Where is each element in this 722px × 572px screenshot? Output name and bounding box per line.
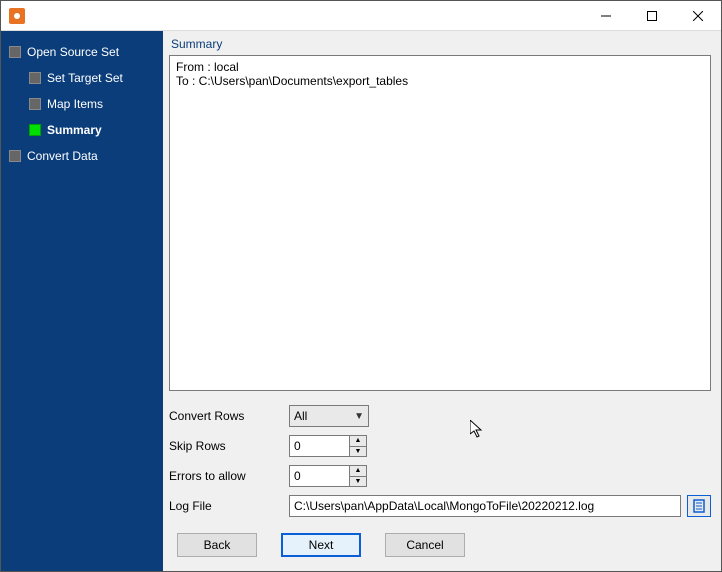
errors-allow-input[interactable] bbox=[289, 465, 349, 487]
label-errors-allow: Errors to allow bbox=[169, 469, 289, 483]
sidebar-item-open-source-set[interactable]: Open Source Set bbox=[1, 39, 163, 65]
minimize-button[interactable] bbox=[583, 1, 629, 31]
convert-rows-select[interactable]: All ▼ bbox=[289, 405, 369, 427]
convert-rows-value: All bbox=[294, 409, 307, 423]
file-icon bbox=[692, 499, 706, 513]
errors-allow-spinner[interactable]: ▲ ▼ bbox=[289, 465, 369, 487]
next-button[interactable]: Next bbox=[281, 533, 361, 557]
spin-up-icon[interactable]: ▲ bbox=[350, 466, 366, 477]
sidebar-item-label: Summary bbox=[47, 123, 102, 137]
cancel-button[interactable]: Cancel bbox=[385, 533, 465, 557]
step-status-icon bbox=[29, 124, 41, 136]
chevron-down-icon: ▼ bbox=[354, 411, 364, 422]
maximize-button[interactable] bbox=[629, 1, 675, 31]
sidebar-item-summary[interactable]: Summary bbox=[1, 117, 163, 143]
step-status-icon bbox=[9, 150, 21, 162]
close-button[interactable] bbox=[675, 1, 721, 31]
sidebar-item-label: Open Source Set bbox=[27, 45, 119, 59]
section-title: Summary bbox=[171, 37, 711, 51]
sidebar-item-set-target-set[interactable]: Set Target Set bbox=[1, 65, 163, 91]
sidebar-item-map-items[interactable]: Map Items bbox=[1, 91, 163, 117]
button-bar: Back Next Cancel bbox=[169, 517, 711, 561]
step-status-icon bbox=[29, 98, 41, 110]
step-status-icon bbox=[29, 72, 41, 84]
spin-down-icon[interactable]: ▼ bbox=[350, 447, 366, 457]
wizard-sidebar: Open Source Set Set Target Set Map Items Su… bbox=[1, 31, 163, 571]
skip-rows-spinner[interactable]: ▲ ▼ bbox=[289, 435, 369, 457]
titlebar bbox=[1, 1, 721, 31]
main-panel: Summary From : local To : C:\Users\pan\D… bbox=[163, 31, 721, 571]
spin-down-icon[interactable]: ▼ bbox=[350, 477, 366, 487]
label-log-file: Log File bbox=[169, 499, 289, 513]
spin-up-icon[interactable]: ▲ bbox=[350, 436, 366, 447]
sidebar-item-label: Set Target Set bbox=[47, 71, 123, 85]
back-button[interactable]: Back bbox=[177, 533, 257, 557]
summary-textarea[interactable]: From : local To : C:\Users\pan\Documents… bbox=[169, 55, 711, 391]
sidebar-item-convert-data[interactable]: Convert Data bbox=[1, 143, 163, 169]
label-convert-rows: Convert Rows bbox=[169, 409, 289, 423]
browse-log-button[interactable] bbox=[687, 495, 711, 517]
step-status-icon bbox=[9, 46, 21, 58]
sidebar-item-label: Convert Data bbox=[27, 149, 98, 163]
log-file-input[interactable] bbox=[289, 495, 681, 517]
app-icon bbox=[9, 8, 25, 24]
sidebar-item-label: Map Items bbox=[47, 97, 103, 111]
skip-rows-input[interactable] bbox=[289, 435, 349, 457]
label-skip-rows: Skip Rows bbox=[169, 439, 289, 453]
